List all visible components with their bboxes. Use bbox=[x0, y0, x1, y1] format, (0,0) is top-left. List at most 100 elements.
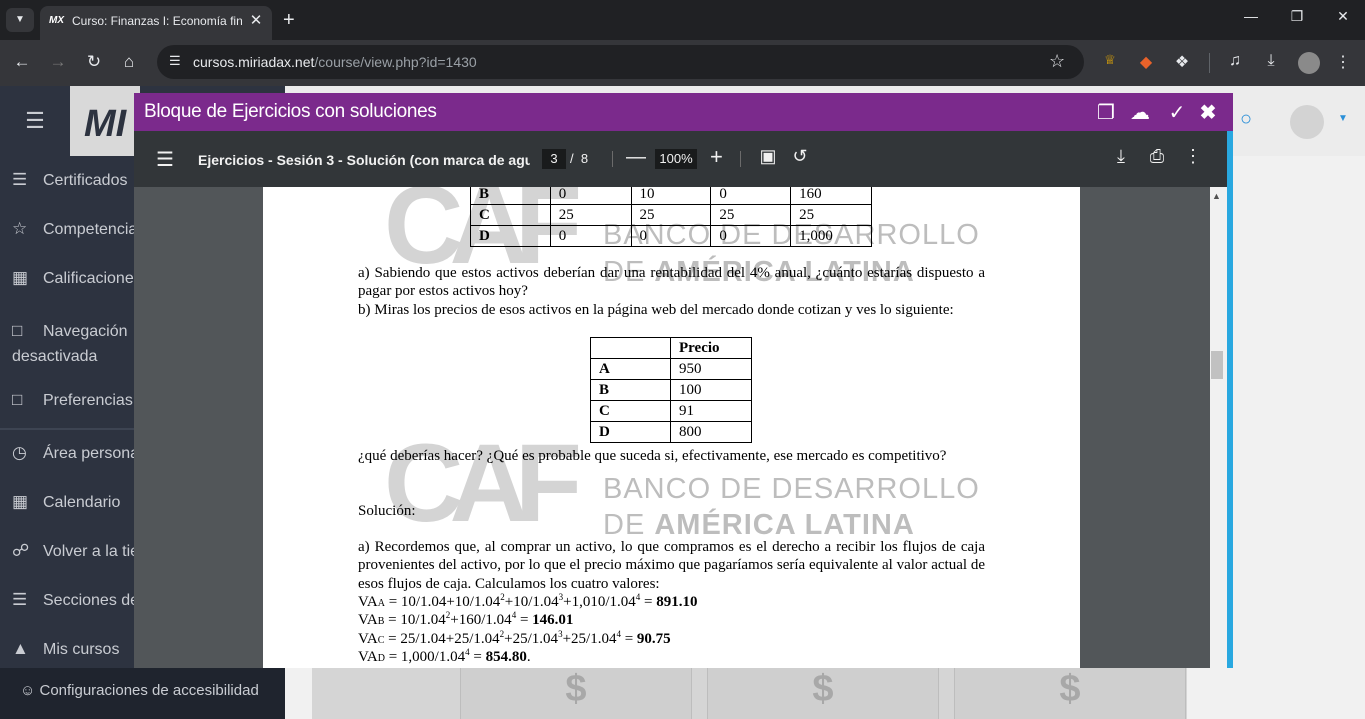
pdf-title: Ejercicios - Sesión 3 - Solución (con ma… bbox=[198, 152, 530, 168]
table-cell: C bbox=[590, 400, 671, 422]
zoom-in-icon[interactable]: + bbox=[710, 144, 723, 170]
toolbar-divider bbox=[1209, 53, 1210, 73]
sidebar-item-calendario[interactable]: ▦ Calendario bbox=[0, 492, 134, 512]
zoom-input[interactable]: 100% bbox=[655, 149, 697, 169]
forward-icon[interactable]: → bbox=[45, 52, 71, 72]
site-info-icon[interactable]: ☰ bbox=[169, 53, 181, 69]
new-tab-button[interactable]: + bbox=[283, 8, 295, 32]
chevron-down-icon[interactable]: ▼ bbox=[1338, 113, 1348, 124]
tab-search-button[interactable]: ▼ bbox=[6, 8, 34, 32]
sidebar-item-label: Área personal bbox=[43, 445, 134, 462]
dashboard-icon: ◷ bbox=[12, 443, 27, 462]
sidebar-item-area-personal[interactable]: ◷ Área personal bbox=[0, 443, 134, 463]
print-icon[interactable]: ⎙ bbox=[1145, 146, 1169, 167]
sidebar-item-label: Volver a la tienda bbox=[43, 543, 134, 560]
home-icon[interactable]: ⌂ bbox=[116, 52, 142, 72]
course-card[interactable]: $ bbox=[954, 668, 1186, 719]
close-icon[interactable]: ✕ bbox=[246, 11, 266, 29]
sidebar-item-secciones[interactable]: ☰ Secciones del curso bbox=[0, 590, 134, 610]
site-logo[interactable]: MI bbox=[70, 86, 140, 156]
table-cell: 25 bbox=[710, 204, 792, 226]
drawer-toggle-icon[interactable]: ☰ bbox=[0, 86, 70, 156]
sidebar-item-navegacion[interactable]: □ Navegación desactivada bbox=[0, 318, 134, 369]
equation-expr: = 1,000/1.04 bbox=[384, 649, 466, 665]
check-circle-icon[interactable]: ✓ bbox=[1163, 100, 1191, 125]
equation-rest: +25/1.04 bbox=[504, 631, 559, 647]
table-cell: 0 bbox=[549, 225, 632, 247]
equation-subscript: A bbox=[377, 598, 385, 609]
folder-icon: □ bbox=[12, 390, 23, 409]
table-cell: 0 bbox=[549, 187, 632, 205]
fit-page-icon[interactable]: ▣ bbox=[756, 146, 780, 167]
equation-result: 854.80 bbox=[485, 649, 527, 665]
equation-result: 146.01 bbox=[532, 612, 574, 628]
menu-icon[interactable]: ☰ bbox=[156, 147, 174, 172]
address-bar[interactable]: ☰ cursos.miriadax.net/course/view.php?id… bbox=[157, 45, 1084, 79]
table-row: D 800 bbox=[590, 421, 752, 443]
rotate-icon[interactable]: ↺ bbox=[788, 146, 812, 167]
price-table: Precio A 950 B 100 C 91 D 800 bbox=[590, 337, 752, 443]
zoom-out-icon[interactable]: — bbox=[626, 146, 646, 169]
reload-icon[interactable]: ↻ bbox=[81, 52, 107, 72]
close-icon[interactable]: ✖ bbox=[1194, 100, 1222, 125]
chat-icon[interactable]: ○ bbox=[1240, 108, 1252, 131]
url-domain: cursos.miriadax.net bbox=[193, 54, 315, 70]
media-icon[interactable]: ♫ bbox=[1222, 52, 1248, 70]
sidebar-item-calificaciones[interactable]: ▦ Calificaciones bbox=[0, 268, 134, 288]
bookmark-star-icon[interactable]: ☆ bbox=[1049, 51, 1065, 72]
url-text[interactable]: cursos.miriadax.net/course/view.php?id=1… bbox=[193, 54, 477, 70]
course-card[interactable]: $ bbox=[460, 668, 692, 719]
equation-d: VAD = 1,000/1.044 = 854.80. bbox=[358, 647, 531, 666]
table-cell: 0 bbox=[630, 225, 712, 247]
table-cell: 100 bbox=[670, 379, 752, 401]
accessibility-settings-link[interactable]: ☺ Configuraciones de accesibilidad bbox=[0, 668, 285, 719]
browser-tab[interactable]: MX Curso: Finanzas I: Economía fina ✕ bbox=[40, 6, 272, 40]
table-cell: C bbox=[470, 204, 551, 226]
more-options-icon[interactable]: ⋮ bbox=[1181, 146, 1205, 167]
table-cell: 0 bbox=[710, 187, 792, 205]
copy-icon[interactable]: ❐ bbox=[1092, 100, 1120, 125]
table-cell: 91 bbox=[670, 400, 752, 422]
page-total: / 8 bbox=[570, 151, 588, 166]
table-row: C 91 bbox=[590, 400, 752, 422]
equation-result: 90.75 bbox=[636, 631, 671, 647]
sidebar-item-label: Calificaciones bbox=[43, 270, 134, 287]
equation-subscript: D bbox=[377, 653, 385, 664]
browser-menu-icon[interactable]: ⋮ bbox=[1330, 52, 1356, 72]
download-icon[interactable]: ⤓ bbox=[1109, 146, 1133, 167]
extensions-icon[interactable]: ❖ bbox=[1169, 52, 1195, 72]
page-number-input[interactable]: 3 bbox=[542, 149, 566, 169]
cap-extension-icon[interactable]: ◆ bbox=[1133, 52, 1159, 72]
crown-extension-icon[interactable]: ♕ bbox=[1097, 52, 1123, 68]
table-cell: 25 bbox=[790, 204, 872, 226]
sidebar-item-preferencias[interactable]: □ Preferencias bbox=[0, 390, 134, 410]
sidebar-item-volver-tienda[interactable]: ☍ Volver a la tienda bbox=[0, 541, 134, 561]
pdf-viewer[interactable]: CAF BANCO DE DESARROLLO DE AMÉRICA LATIN… bbox=[134, 187, 1227, 668]
toolbar-separator bbox=[740, 151, 741, 167]
profile-avatar-icon[interactable] bbox=[1298, 52, 1320, 74]
sidebar-item-competencias[interactable]: ☆ Competencias bbox=[0, 219, 134, 239]
table-cell: 10 bbox=[630, 187, 712, 205]
equation-expr: = 10/1.04 bbox=[384, 612, 446, 628]
equation-rest: +10/1.04 bbox=[504, 594, 559, 610]
table-row: C 25 25 25 25 bbox=[470, 204, 872, 226]
cloud-download-icon[interactable]: ☁ bbox=[1126, 100, 1154, 125]
maximize-icon[interactable]: ❐ bbox=[1282, 8, 1312, 25]
question-text: ¿qué deberías hacer? ¿Qué es probable qu… bbox=[358, 448, 947, 464]
table-cell: 25 bbox=[630, 204, 712, 226]
folder-icon: □ bbox=[12, 321, 23, 340]
minimize-icon[interactable]: — bbox=[1236, 8, 1266, 24]
scroll-up-icon[interactable]: ▲ bbox=[1212, 191, 1221, 201]
scrollbar-thumb[interactable] bbox=[1211, 351, 1223, 379]
modal-title: Bloque de Ejercicios con soluciones bbox=[144, 101, 437, 122]
download-icon[interactable]: ⤓ bbox=[1258, 52, 1284, 70]
sidebar-item-label: Competencias bbox=[43, 221, 134, 238]
table-header: Precio bbox=[670, 337, 752, 359]
back-icon[interactable]: ← bbox=[9, 52, 35, 72]
sidebar-item-mis-cursos[interactable]: ▲ Mis cursos bbox=[0, 639, 134, 659]
window-close-icon[interactable]: ✕ bbox=[1328, 8, 1358, 25]
sidebar-item-certificados[interactable]: ☰ Certificados bbox=[0, 170, 134, 190]
vertical-scrollbar[interactable] bbox=[1210, 187, 1227, 668]
user-avatar[interactable] bbox=[1290, 105, 1324, 139]
course-card[interactable]: $ bbox=[707, 668, 939, 719]
